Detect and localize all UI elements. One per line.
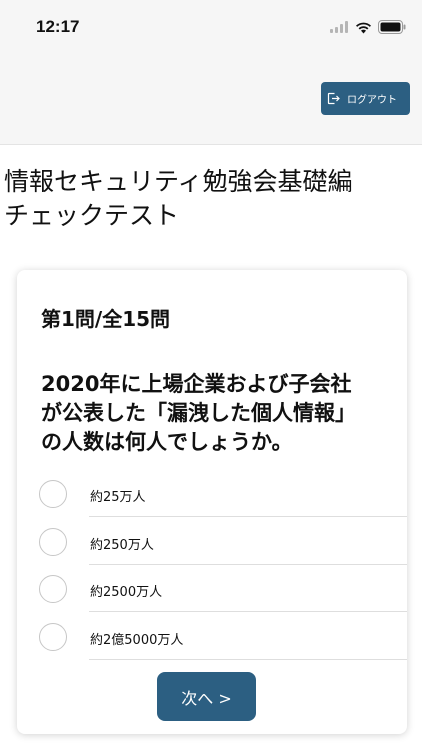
page-title-line: チェックテスト — [4, 201, 180, 230]
option-divider — [89, 611, 407, 612]
option-divider — [89, 564, 407, 565]
question-text: 2020年に上場企業および子会社 が公表した「漏洩した個人情報」 の人数は何人で… — [41, 370, 399, 457]
answer-option[interactable]: 約25万人 — [17, 475, 407, 523]
logout-label: ログアウト — [347, 95, 397, 106]
battery-icon — [378, 20, 406, 34]
question-text-line: 2020年に上場企業および子会社 — [41, 372, 352, 396]
radio-button[interactable] — [39, 575, 67, 603]
page-title: 情報セキュリティ勉強会基礎編 チェックテスト — [4, 165, 353, 233]
wifi-icon — [356, 22, 371, 33]
answer-option[interactable]: 約250万人 — [17, 523, 407, 571]
answer-option[interactable]: 約2億5000万人 — [17, 618, 407, 666]
cellular-signal-icon — [330, 21, 348, 33]
page-title-line: 情報セキュリティ勉強会基礎編 — [4, 167, 353, 196]
question-text-line: が公表した「漏洩した個人情報」 — [41, 401, 356, 425]
radio-button[interactable] — [39, 480, 67, 508]
logout-button[interactable]: ログアウト — [321, 82, 410, 115]
status-bar: 12:17 — [0, 0, 422, 50]
answer-option-label: 約2億5000万人 — [90, 633, 184, 648]
option-divider — [89, 659, 407, 660]
status-icons — [330, 19, 406, 35]
answer-option-label: 約2500万人 — [90, 585, 163, 600]
answer-option[interactable]: 約2500万人 — [17, 570, 407, 618]
question-text-line: の人数は何人でしょうか。 — [41, 430, 293, 454]
quiz-card: 第1問/全15問 2020年に上場企業および子会社 が公表した「漏洩した個人情報… — [17, 270, 407, 734]
next-button[interactable]: 次へ > — [157, 672, 256, 721]
question-counter: 第1問/全15問 — [41, 307, 171, 331]
radio-button[interactable] — [39, 623, 67, 651]
status-time: 12:17 — [36, 17, 80, 36]
answer-option-label: 約25万人 — [90, 490, 146, 505]
logout-icon — [327, 92, 340, 105]
answer-option-label: 約250万人 — [90, 538, 154, 553]
radio-button[interactable] — [39, 528, 67, 556]
option-divider — [89, 516, 407, 517]
